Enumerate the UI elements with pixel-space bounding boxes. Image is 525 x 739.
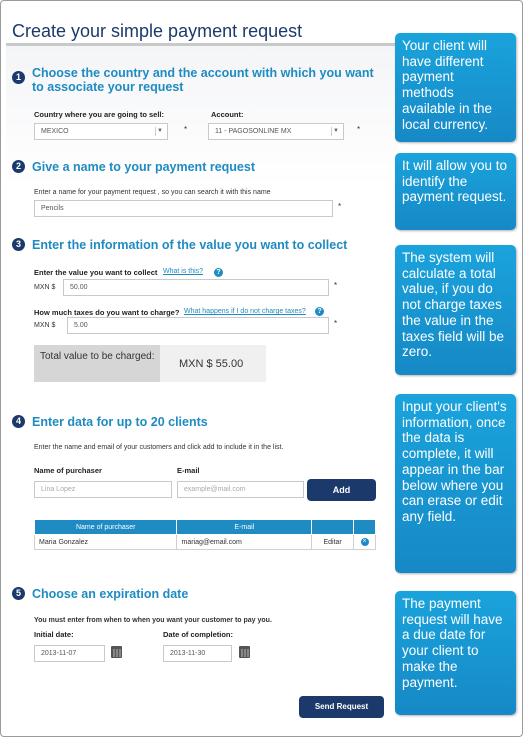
initial-date-label: Initial date:: [34, 630, 74, 639]
total-value-box: Total value to be charged: MXN $ 55.00: [34, 345, 266, 382]
account-required-mark: *: [357, 125, 361, 134]
value-currency: MXN $: [34, 284, 56, 291]
callout-client-info: Input your client's information, once th…: [395, 394, 516, 573]
table-header-remove: [353, 519, 376, 535]
expiration-instructions: You must enter from when to when you wan…: [34, 617, 272, 624]
calendar-icon[interactable]: [111, 646, 122, 658]
callout-due-date: The payment request will have a due date…: [395, 591, 516, 715]
request-name-input[interactable]: Pencils: [34, 200, 333, 217]
step-3-title: Enter the information of the value you w…: [32, 238, 348, 252]
email-input[interactable]: example@mail.com: [177, 481, 304, 498]
initial-date-input[interactable]: 2013-11-07: [34, 645, 105, 662]
step-1-number: 1: [12, 71, 25, 84]
completion-date-input[interactable]: 2013-11-30: [163, 645, 232, 662]
country-required-mark: *: [184, 125, 188, 134]
table-row: Maria Gonzalez mariag@email.com Editar ×: [33, 534, 376, 550]
step-1-title: Choose the country and the account with …: [32, 66, 374, 94]
row-email: mariag@email.com: [176, 534, 313, 550]
purchaser-input[interactable]: Lina Lopez: [34, 481, 172, 498]
help-icon[interactable]: ?: [315, 307, 324, 316]
country-select-value: MEXICO: [41, 128, 69, 135]
step-2-number: 2: [12, 160, 25, 173]
chevron-down-icon: ▼: [331, 127, 340, 136]
value-label: Enter the value you want to collect: [34, 268, 158, 277]
table-header-row: Name of purchaser E-mail: [33, 519, 376, 535]
row-purchaser: Maria Gonzalez: [33, 534, 178, 550]
callout-identify-request: It will allow you to identify the paymen…: [395, 153, 516, 230]
completion-date-label: Date of completion:: [163, 630, 234, 639]
calendar-icon[interactable]: [239, 646, 250, 658]
table-header-purchaser: Name of purchaser: [33, 519, 178, 535]
step-4-number: 4: [12, 415, 25, 428]
step-5-number: 5: [12, 587, 25, 600]
total-value: MXN $ 55.00: [179, 358, 244, 370]
step-5-title: Choose an expiration date: [32, 587, 189, 601]
step-2-title: Give a name to your payment request: [32, 160, 255, 174]
remove-icon[interactable]: ×: [360, 538, 369, 546]
what-is-this-link[interactable]: What is this?: [163, 268, 203, 275]
send-request-button[interactable]: Send Request: [299, 696, 384, 718]
clients-instructions: Enter the name and email of your custome…: [34, 444, 284, 451]
callout-payment-methods: Your client will have different payment …: [395, 33, 516, 142]
taxes-help-link[interactable]: What happens if I do not charge taxes?: [184, 308, 306, 315]
table-header-action: [311, 519, 355, 535]
taxes-input[interactable]: 5.00: [67, 317, 329, 334]
help-icon[interactable]: ?: [214, 268, 223, 277]
page-title: Create your simple payment request: [12, 21, 303, 41]
chevron-down-icon: ▼: [155, 127, 164, 136]
clients-table: Name of purchaser E-mail Maria Gonzalez …: [33, 519, 376, 550]
country-select[interactable]: MEXICO ▼: [34, 123, 168, 140]
email-label: E-mail: [177, 466, 200, 475]
add-client-button[interactable]: Add: [307, 479, 376, 501]
row-edit-link[interactable]: Editar: [311, 534, 355, 550]
country-label: Country where you are going to sell:: [34, 110, 165, 119]
value-input[interactable]: 50.00: [63, 279, 329, 296]
account-select[interactable]: 11 - PAGOSONLINE MX ▼: [208, 123, 344, 140]
callout-total-value: The system will calculate a total value,…: [395, 245, 516, 375]
value-required-mark: *: [334, 281, 338, 290]
account-label: Account:: [211, 110, 244, 119]
total-label: Total value to be charged:: [34, 345, 160, 382]
title-divider: [6, 43, 398, 46]
name-required-mark: *: [338, 202, 342, 211]
taxes-required-mark: *: [334, 319, 338, 328]
table-header-email: E-mail: [176, 519, 313, 535]
name-label: Enter a name for your payment request , …: [34, 189, 271, 196]
taxes-label: How much taxes do you want to charge?: [34, 308, 180, 317]
purchaser-label: Name of purchaser: [34, 466, 102, 475]
step-4-title: Enter data for up to 20 clients: [32, 415, 208, 429]
step-3-number: 3: [12, 238, 25, 251]
taxes-currency: MXN $: [34, 322, 56, 329]
account-select-value: 11 - PAGOSONLINE MX: [215, 128, 292, 135]
